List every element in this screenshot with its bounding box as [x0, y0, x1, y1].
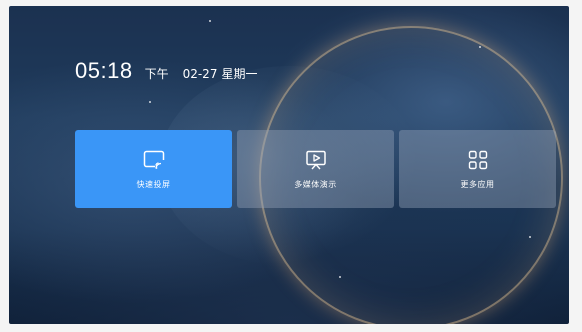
clock-period: 下午 [144, 67, 169, 81]
background-star [339, 276, 341, 278]
quick-cast-tile[interactable]: 快速投屏 [75, 130, 232, 208]
clock-time: 05:18 [75, 58, 133, 83]
app-tile-row: 快速投屏 多媒体演示 更多应用 [75, 130, 556, 208]
clock-weekday: 星期一 [221, 67, 258, 81]
more-apps-label: 更多应用 [460, 179, 495, 189]
background-star [209, 20, 211, 22]
more-apps-tile[interactable]: 更多应用 [399, 130, 556, 208]
media-presentation-tile[interactable]: 多媒体演示 [237, 130, 394, 208]
background-star [529, 236, 531, 238]
clock-widget: 05:18 下午 02-27 星期一 [75, 58, 257, 84]
media-play-icon [305, 149, 327, 171]
clock-date: 02-27 [182, 67, 218, 81]
quick-cast-label: 快速投屏 [136, 179, 171, 189]
background-star [149, 101, 151, 103]
background-star [479, 46, 481, 48]
cast-screen-icon [143, 149, 165, 171]
home-screen: 05:18 下午 02-27 星期一 快速投屏 多媒体演示 更多应用 [9, 6, 569, 324]
app-grid-icon [467, 149, 489, 171]
device-frame: 05:18 下午 02-27 星期一 快速投屏 多媒体演示 更多应用 [0, 0, 582, 332]
media-presentation-label: 多媒体演示 [294, 179, 337, 189]
